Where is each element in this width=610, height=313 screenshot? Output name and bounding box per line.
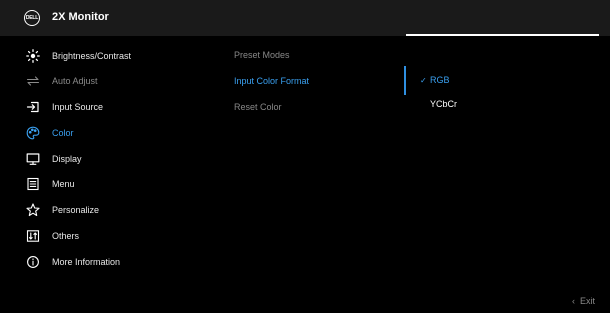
brightness-icon — [26, 49, 40, 63]
dell-logo: DELL — [24, 10, 40, 26]
menu-item-display[interactable]: Display — [0, 148, 210, 170]
option-label: YCbCr — [430, 99, 458, 109]
info-icon — [26, 255, 40, 269]
menu-item-input-source[interactable]: Input Source — [0, 96, 210, 118]
menu-label: Menu — [52, 179, 75, 189]
menu-label: Others — [52, 231, 80, 241]
chevron-left-icon: ‹ — [572, 296, 575, 306]
menu-icon — [26, 177, 40, 191]
menu-label: Input Source — [52, 102, 104, 112]
menu-item-more-information[interactable]: More Information — [0, 251, 210, 273]
display-icon — [26, 152, 40, 166]
osd-header: DELL 2X Monitor — [0, 0, 610, 36]
menu-item-brightness-contrast[interactable]: Brightness/Contrast — [0, 45, 210, 67]
menu-item-others[interactable]: Others — [0, 225, 210, 247]
menu-label: Brightness/Contrast — [52, 51, 132, 61]
menu-item-menu[interactable]: Menu — [0, 173, 210, 195]
menu-label: More Information — [52, 257, 121, 267]
star-icon — [26, 203, 40, 217]
exit-button[interactable]: ‹ Exit — [572, 294, 595, 308]
menu-label: Auto Adjust — [52, 76, 98, 86]
others-icon — [26, 229, 40, 243]
input-source-icon — [26, 100, 40, 114]
menu-item-color[interactable]: Color — [0, 122, 210, 144]
menu-label: Display — [52, 154, 82, 164]
menu-item-personalize[interactable]: Personalize — [0, 199, 210, 221]
menu-label: Personalize — [52, 205, 100, 215]
auto-adjust-icon — [26, 74, 40, 88]
monitor-title: 2X Monitor — [52, 11, 109, 23]
selection-indicator-bar — [404, 66, 406, 95]
submenu-item-preset-modes[interactable]: Preset Modes — [234, 47, 290, 63]
submenu-item-input-color-format[interactable]: Input Color Format — [234, 73, 309, 89]
option-label: RGB — [430, 75, 450, 85]
submenu-item-reset-color[interactable]: Reset Color — [234, 99, 282, 115]
color-icon — [26, 126, 40, 140]
menu-item-auto-adjust[interactable]: Auto Adjust — [0, 70, 210, 92]
checkmark-icon: ✓ — [420, 76, 427, 85]
menu-label: Color — [52, 128, 74, 138]
exit-label: Exit — [580, 296, 596, 306]
logo-text: DELL — [25, 15, 39, 21]
options-header-underline — [406, 34, 599, 36]
option-ycbcr[interactable]: YCbCr — [430, 96, 457, 112]
monitor-osd: DELL 2X Monitor Brightness/Contrast Auto… — [0, 0, 610, 313]
option-rgb[interactable]: ✓ RGB — [420, 72, 450, 88]
